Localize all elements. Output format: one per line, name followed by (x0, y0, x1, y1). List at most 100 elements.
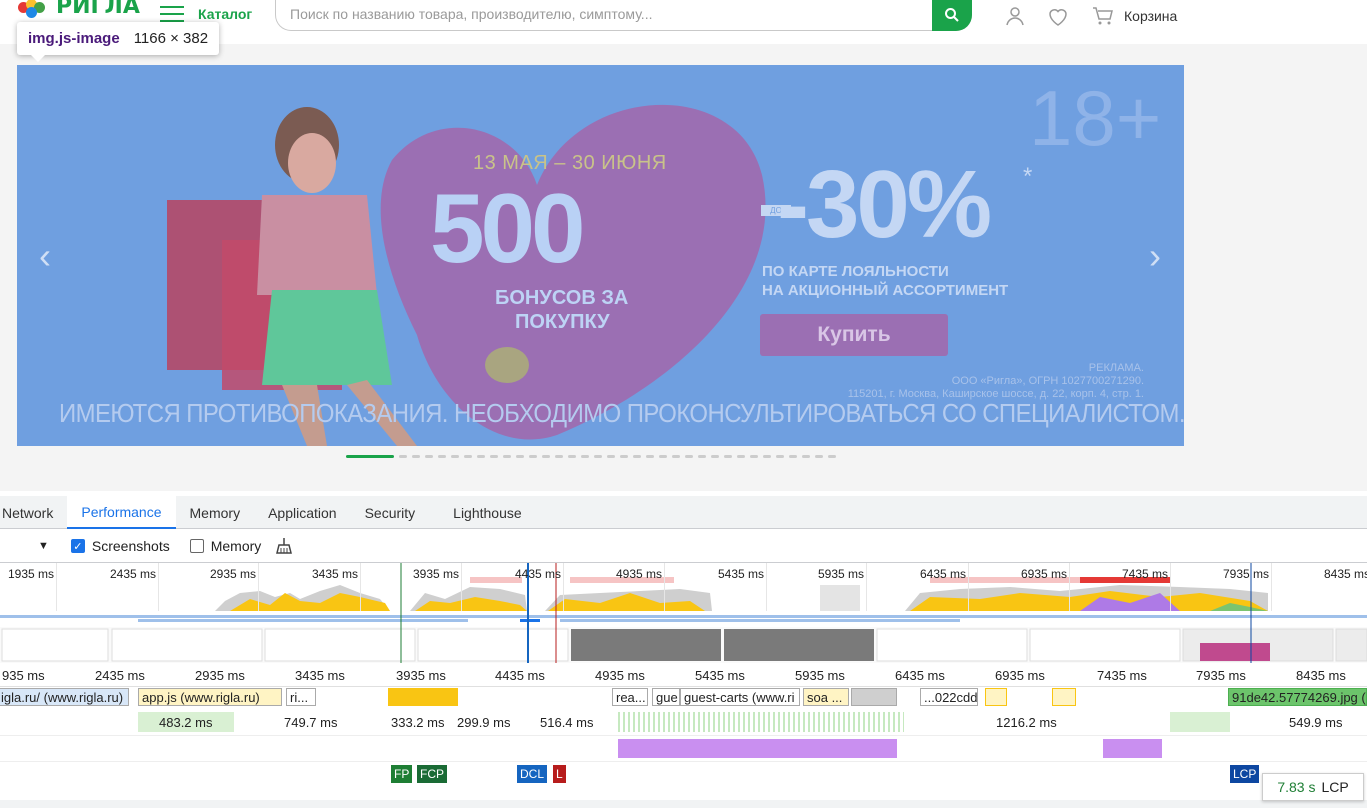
timeline-tick-label: 5935 ms (795, 668, 845, 683)
overview-tick-label: 7435 ms (1122, 567, 1169, 581)
overview-tick-label: 3935 ms (413, 567, 460, 581)
user-icon[interactable] (1003, 4, 1027, 28)
buy-button[interactable]: Купить (760, 314, 948, 356)
network-request-bar[interactable]: rea... (612, 688, 648, 706)
network-request-bar[interactable] (985, 688, 1007, 706)
overview-tick-label: 4935 ms (616, 567, 663, 581)
overview-tick-label: 2435 ms (110, 567, 157, 581)
timing-marker-dcl[interactable]: DCL (517, 765, 548, 783)
duration-label: 299.9 ms (457, 715, 511, 730)
overview-tick-label: 5435 ms (718, 567, 765, 581)
duration-label: 483.2 ms (159, 715, 213, 730)
tab-lighthouse[interactable]: Lighthouse (439, 496, 536, 529)
timing-marker-l[interactable]: L (553, 765, 566, 783)
tab-performance[interactable]: Performance (67, 496, 176, 529)
promo-banner[interactable]: ‹ › 13 МАЯ – 30 ИЮНЯ 500 БОНУСОВ ЗА ПОКУ… (17, 65, 1184, 446)
tab-memory[interactable]: Memory (176, 496, 255, 529)
main-thread-block[interactable] (1170, 712, 1230, 732)
main-thread-block[interactable] (618, 712, 904, 732)
timing-marker-fcp[interactable]: FCP (417, 765, 447, 783)
timeline-tick-label: 4935 ms (595, 668, 645, 683)
rigla-logo[interactable]: РИГЛА (18, 0, 140, 22)
overview-tick-label: 3435 ms (312, 567, 359, 581)
timeline-tick-label: 6935 ms (995, 668, 1045, 683)
lcp-time: 7.83 s (1277, 779, 1316, 795)
logo-text: РИГЛА (56, 0, 140, 19)
carousel-dot-active[interactable] (346, 455, 394, 458)
overview-tick-label: 7935 ms (1223, 567, 1270, 581)
screenshots-checkbox[interactable]: ✓ (70, 539, 85, 553)
tab-application[interactable]: Application (254, 496, 351, 529)
timeline-ruler: 935 ms 2435 ms 2935 ms 3435 ms 3935 ms 4435 m… (0, 663, 1367, 687)
loyalty-line-2: НА АКЦИОННЫЙ АССОРТИМЕНТ (762, 282, 1009, 299)
performance-toolbar: ▼ ✓ Screenshots Memory (0, 530, 1367, 563)
lcp-tooltip: 7.83 s LCP (1262, 773, 1364, 801)
lcp-label: LCP (1321, 779, 1349, 795)
overview-tick-label: 8435 ms (1324, 567, 1367, 581)
ad-company: ООО «Ригла», ОГРН 1027700271290. (951, 375, 1144, 387)
cart-label[interactable]: Корзина (1124, 8, 1177, 24)
dropdown-arrow-icon[interactable]: ▼ (38, 540, 49, 552)
heart-icon[interactable] (1045, 4, 1071, 28)
rendering-block[interactable] (618, 739, 897, 758)
tooltip-size: 1166 × 382 (133, 30, 209, 47)
tab-security[interactable]: Security (351, 496, 430, 529)
logo-flower-icon (18, 0, 48, 20)
overview-tick-label: 6435 ms (920, 567, 967, 581)
duration-label: 549.9 ms (1289, 715, 1343, 730)
network-request-bar[interactable]: guest-carts (www.ri (680, 688, 800, 706)
menu-icon (160, 6, 184, 22)
search-input[interactable] (290, 6, 930, 22)
timeline-tick-label: 3935 ms (396, 668, 446, 683)
search-icon (945, 8, 959, 22)
timing-marker-fp[interactable]: FP (391, 765, 413, 783)
memory-checkbox[interactable] (189, 539, 204, 553)
screenshots-label[interactable]: Screenshots (92, 538, 170, 554)
promo-dates: 13 МАЯ – 30 ИЮНЯ (473, 152, 667, 174)
search-button[interactable] (932, 0, 972, 31)
timeline-tick-label: 8435 ms (1296, 668, 1346, 683)
network-request-bar[interactable]: ...022cdd (920, 688, 978, 706)
tab-network[interactable]: Network (0, 496, 67, 529)
disclaimer-text: ИМЕЮТСЯ ПРОТИВОПОКАЗАНИЯ. НЕОБХОДИМО ПРО… (59, 398, 1184, 428)
timeline-tick-label: 935 ms (2, 668, 45, 683)
overview-tick-label: 2935 ms (210, 567, 257, 581)
network-request-bar[interactable]: app.js (www.rigla.ru) (138, 688, 282, 706)
rendering-block[interactable] (1103, 739, 1162, 758)
memory-label[interactable]: Memory (211, 538, 262, 554)
bonus-line-2: ПОКУПКУ (515, 311, 610, 333)
network-request-bar[interactable]: igla.ru/ (www.rigla.ru) (0, 688, 129, 706)
inspect-tooltip: img.js-image 1166 × 382 (17, 22, 220, 62)
bonus-line-1: БОНУСОВ ЗА (495, 287, 629, 309)
broom-icon[interactable] (275, 537, 293, 555)
network-request-bar[interactable] (1052, 688, 1076, 706)
discount-text: -30% (777, 151, 992, 258)
network-request-bar[interactable]: 91de42.57774269.jpg (... (1228, 688, 1367, 706)
timeline-tick-label: 7935 ms (1196, 668, 1246, 683)
timing-marker-lcp[interactable]: LCP (1230, 765, 1260, 783)
promo-500: 500 (430, 173, 586, 283)
overview-tick-label: 5935 ms (818, 567, 865, 581)
catalog-button[interactable]: Каталог (160, 6, 252, 22)
performance-overview[interactable]: 1935 ms 2435 ms 2935 ms 3435 ms 3935 ms 4435 … (0, 563, 1367, 663)
carousel-dots (346, 455, 836, 458)
cart-icon[interactable] (1091, 4, 1115, 28)
network-request-bar[interactable]: soa ... (803, 688, 849, 706)
timeline-tick-label: 5435 ms (695, 668, 745, 683)
duration-label: 516.4 ms (540, 715, 594, 730)
overview-tick-label: 1935 ms (8, 567, 55, 581)
timeline-tick-label: 7435 ms (1097, 668, 1147, 683)
network-request-bar[interactable]: ri... (286, 688, 316, 706)
tooltip-selector: img.js-image (28, 30, 120, 47)
carousel-prev-arrow[interactable]: ‹ (17, 65, 73, 446)
timeline-tick-label: 2435 ms (95, 668, 145, 683)
age-rating: 18+ (1029, 74, 1162, 162)
network-request-bar[interactable]: gue (652, 688, 680, 706)
catalog-label: Каталог (198, 6, 253, 22)
timeline-tick-label: 6435 ms (895, 668, 945, 683)
timeline-tracks[interactable]: igla.ru/ (www.rigla.ru) app.js (www.rigl… (0, 687, 1367, 808)
network-request-bar[interactable] (851, 688, 897, 706)
network-request-bar[interactable] (388, 688, 458, 706)
overview-tick-label: 6935 ms (1021, 567, 1068, 581)
ad-label: РЕКЛАМА. (1088, 362, 1144, 374)
